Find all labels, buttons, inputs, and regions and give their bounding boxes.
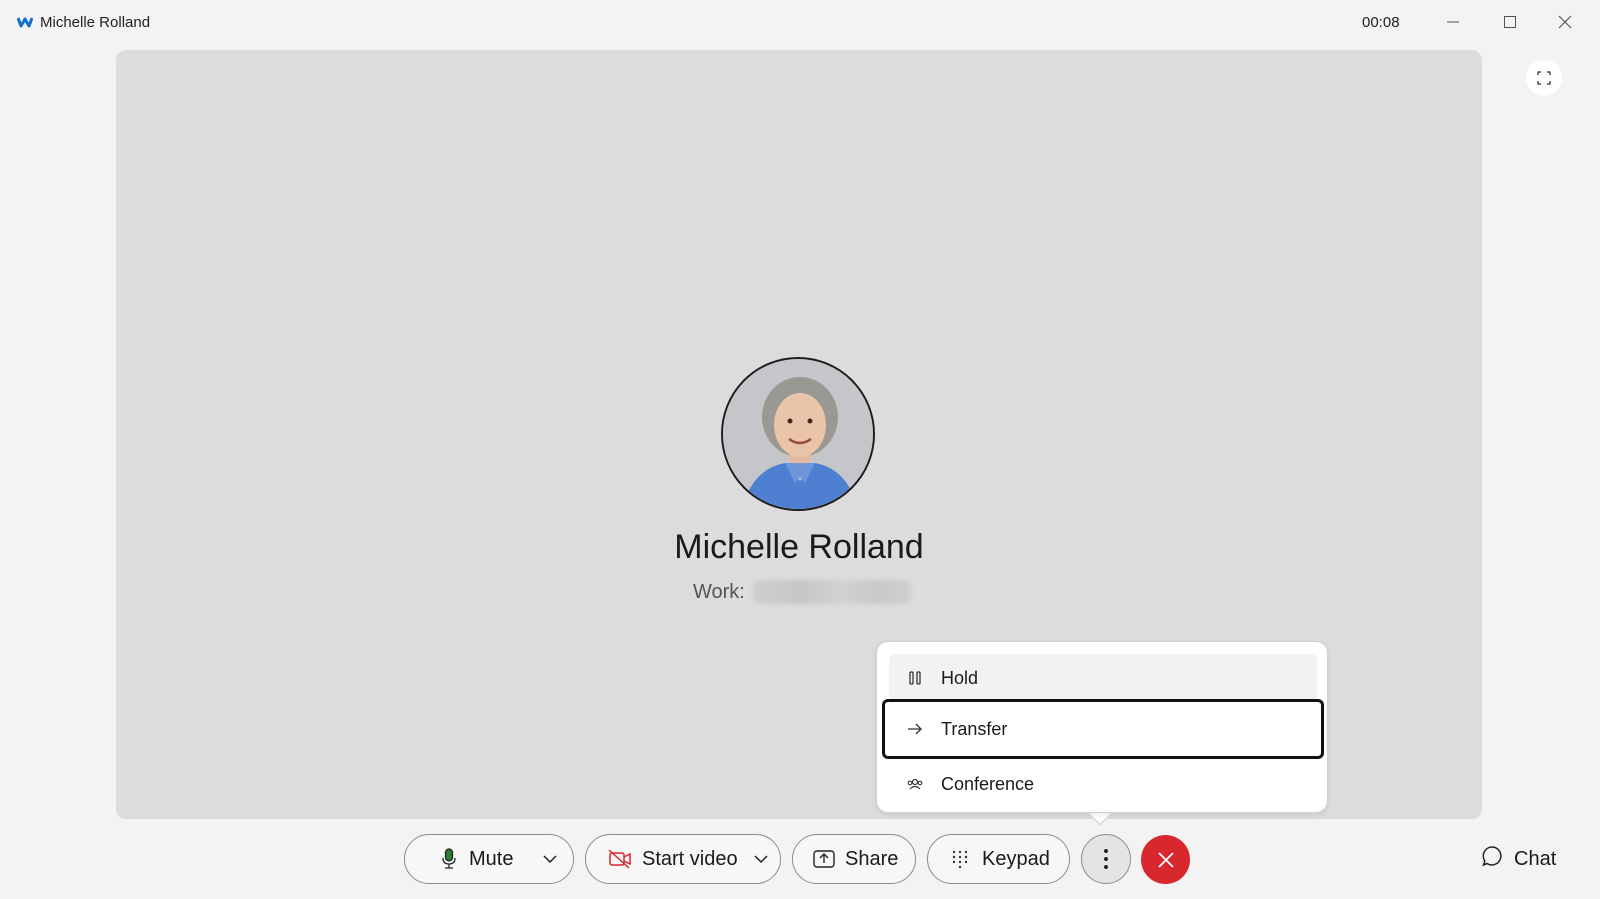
pause-icon bbox=[905, 671, 925, 685]
more-vertical-icon bbox=[1104, 849, 1108, 869]
menu-item-label: Transfer bbox=[941, 718, 1008, 739]
contact-number: Work: bbox=[693, 580, 911, 604]
start-video-label: Start video bbox=[642, 847, 738, 870]
menu-item-hold[interactable]: Hold bbox=[889, 654, 1317, 702]
expand-icon bbox=[1537, 71, 1551, 85]
chat-bubble-icon bbox=[1482, 845, 1504, 873]
keypad-icon bbox=[952, 850, 968, 868]
arrow-right-icon bbox=[905, 722, 925, 736]
number-label: Work: bbox=[693, 580, 745, 603]
chat-label: Chat bbox=[1514, 847, 1557, 870]
fullscreen-button[interactable] bbox=[1526, 60, 1562, 96]
more-options-menu: Hold Transfer Conference bbox=[876, 641, 1328, 813]
start-video-button[interactable]: Start video bbox=[585, 834, 781, 884]
mute-label: Mute bbox=[469, 847, 514, 870]
blurred-phone-number bbox=[752, 580, 911, 604]
menu-item-transfer[interactable]: Transfer bbox=[882, 699, 1324, 759]
avatar bbox=[721, 357, 875, 511]
chevron-down-icon[interactable] bbox=[754, 854, 768, 864]
share-button[interactable]: Share bbox=[792, 834, 916, 884]
maximize-button[interactable] bbox=[1498, 10, 1522, 34]
call-controls: Mute Start video Share Keypad Chat bbox=[0, 834, 1600, 884]
close-button[interactable] bbox=[1553, 10, 1577, 34]
menu-item-label: Hold bbox=[941, 667, 979, 688]
call-timer: 00:08 bbox=[1362, 14, 1400, 31]
video-off-icon bbox=[608, 849, 632, 869]
more-options-button[interactable] bbox=[1081, 834, 1131, 884]
chat-button[interactable]: Chat bbox=[1482, 844, 1556, 874]
webex-logo-icon bbox=[16, 15, 34, 29]
menu-item-label: Conference bbox=[941, 773, 1035, 794]
minimize-button[interactable] bbox=[1441, 10, 1465, 34]
end-call-button[interactable] bbox=[1141, 835, 1190, 884]
title-bar: Michelle Rolland 00:08 bbox=[0, 0, 1600, 46]
keypad-label: Keypad bbox=[982, 847, 1050, 870]
share-icon bbox=[813, 850, 835, 868]
keypad-button[interactable]: Keypad bbox=[927, 834, 1070, 884]
microphone-icon bbox=[441, 848, 457, 870]
menu-item-conference[interactable]: Conference bbox=[889, 760, 1317, 808]
close-icon bbox=[1157, 851, 1174, 868]
conference-icon bbox=[905, 777, 925, 791]
chevron-down-icon[interactable] bbox=[543, 854, 557, 864]
contact-name: Michelle Rolland bbox=[674, 528, 924, 566]
share-label: Share bbox=[845, 847, 899, 870]
mute-button[interactable]: Mute bbox=[404, 834, 574, 884]
window-title: Michelle Rolland bbox=[40, 14, 151, 31]
